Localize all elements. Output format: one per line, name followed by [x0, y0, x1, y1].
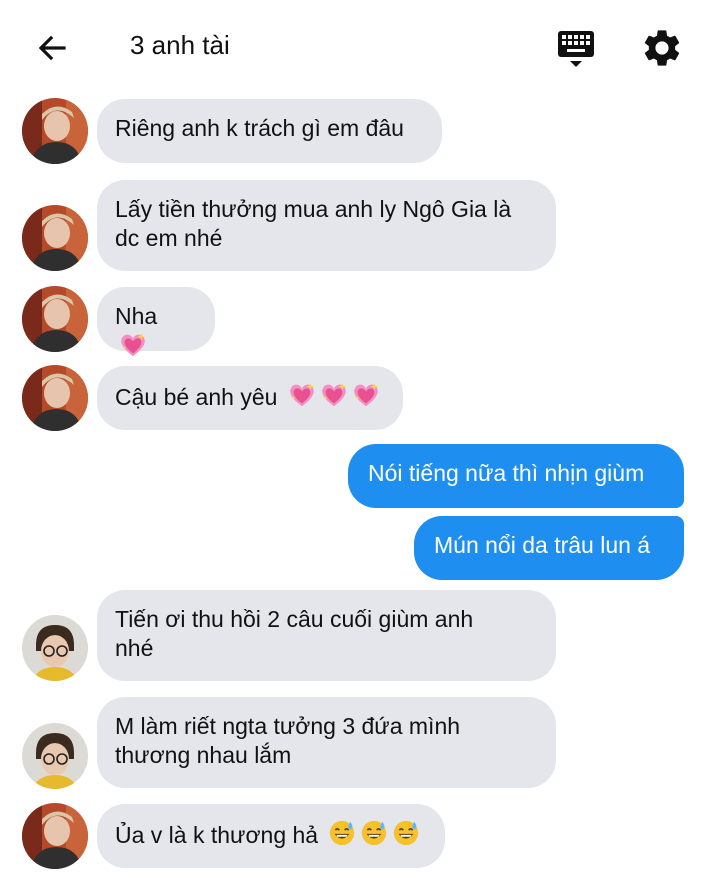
outgoing-message-bubble[interactable]: Mún nổi da trâu lun á [414, 516, 684, 580]
avatar[interactable] [22, 723, 88, 789]
message-bubble[interactable]: M làm riết ngta tưởng 3 đứa mình thương … [97, 697, 556, 788]
chat-title: 3 anh tài [130, 30, 230, 60]
message-text: Mún nổi da trâu lun á [434, 532, 651, 558]
message-text: Nói tiếng nữa thì nhịn giùm [368, 460, 645, 486]
chat-header: 3 anh tài [0, 0, 706, 96]
message-text-line2: nhé [115, 635, 154, 661]
avatar[interactable] [22, 365, 88, 431]
sparkling-heart-icon [352, 381, 380, 409]
sparkling-heart-icon [320, 381, 348, 409]
keyboard-icon[interactable] [556, 28, 598, 70]
arrow-left-icon[interactable] [32, 28, 72, 68]
message-bubble[interactable]: Cậu bé anh yêu [97, 366, 403, 430]
message-text: Nha [115, 303, 158, 329]
message-bubble[interactable]: Tiến ơi thu hồi 2 câu cuối giùm anh nhé [97, 590, 556, 681]
avatar[interactable] [22, 205, 88, 271]
avatar[interactable] [22, 803, 88, 869]
message-text: Ủa v là k thương hả [115, 822, 319, 848]
gear-icon[interactable] [640, 26, 684, 70]
message-bubble[interactable]: Ủa v là k thương hả [97, 804, 445, 868]
outgoing-message-bubble[interactable]: Nói tiếng nữa thì nhịn giùm [348, 444, 684, 508]
sparkling-heart-icon [119, 331, 147, 359]
message-bubble[interactable]: Nha [97, 287, 215, 351]
message-text-line1: Tiến ơi thu hồi 2 câu cuối giùm anh [115, 606, 474, 632]
message-text-line1: M làm riết ngta tưởng 3 đứa mình [115, 713, 461, 739]
message-text: Riêng anh k trách gì em đâu [115, 115, 404, 141]
message-text-line2: thương nhau lắm [115, 742, 292, 768]
grinning-sweat-icon [328, 819, 356, 847]
message-text-line2: dc em nhé [115, 225, 223, 251]
avatar[interactable] [22, 286, 88, 352]
message-bubble[interactable]: Riêng anh k trách gì em đâu [97, 99, 442, 163]
avatar[interactable] [22, 615, 88, 681]
grinning-sweat-icon [392, 819, 420, 847]
message-text-line1: Lấy tiền thưởng mua anh ly Ngô Gia là [115, 196, 512, 222]
message-text: Cậu bé anh yêu [115, 384, 278, 410]
grinning-sweat-icon [360, 819, 388, 847]
message-bubble[interactable]: Lấy tiền thưởng mua anh ly Ngô Gia là dc… [97, 180, 556, 271]
sparkling-heart-icon [288, 381, 316, 409]
avatar[interactable] [22, 98, 88, 164]
